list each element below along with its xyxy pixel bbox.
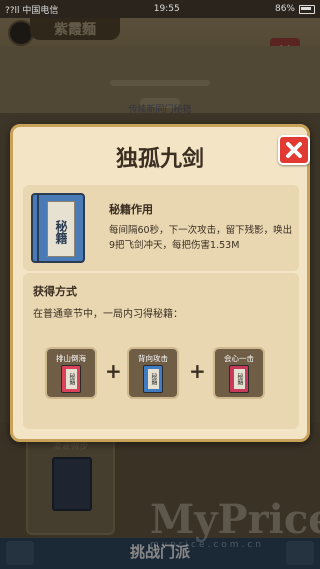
required-book-name: 会心一击 xyxy=(224,354,254,363)
book-icon: 秘籍 xyxy=(143,365,163,393)
close-icon xyxy=(286,142,302,158)
battery-icon xyxy=(299,4,315,14)
clock: 19:55 xyxy=(153,4,180,14)
skill-book-dialog: 独孤九剑 秘籍 秘籍作用 每间隔60秒，下一次攻击，留下残影，唤出9把飞剑冲天，… xyxy=(10,124,310,442)
required-book-1[interactable]: 排山倒海 秘籍 xyxy=(45,347,97,399)
required-book-name: 排山倒海 xyxy=(56,354,86,363)
watermark-url: myprice.com.cn xyxy=(150,540,265,550)
obtain-section: 获得方式 在普通章节中，一局内习得秘籍： 排山倒海 秘籍 + 背向攻击 秘籍 +… xyxy=(23,273,299,429)
watermark-brand: MyPrice xyxy=(150,496,320,543)
book-icon: 秘籍 xyxy=(229,365,249,393)
dialog-title: 独孤九剑 xyxy=(115,147,204,172)
effect-description: 每间隔60秒，下一次攻击，留下残影，唤出9把飞剑冲天，每把伤害1.53M xyxy=(109,225,293,251)
battery-percent: 86% xyxy=(274,4,295,14)
plus-sign: + xyxy=(105,359,122,383)
obtain-heading: 获得方式 xyxy=(33,285,77,298)
carrier-text: ??ll 中国电信 xyxy=(5,5,59,16)
book-label: 秘籍 xyxy=(47,201,75,257)
obtain-description: 在普通章节中，一局内习得秘籍： xyxy=(33,309,183,320)
required-book-3[interactable]: 会心一击 秘籍 xyxy=(213,347,265,399)
required-book-2[interactable]: 背向攻击 秘籍 xyxy=(127,347,179,399)
plus-sign: + xyxy=(189,359,206,383)
effect-section: 秘籍 秘籍作用 每间隔60秒，下一次攻击，留下残影，唤出9把飞剑冲天，每把伤害1… xyxy=(23,185,299,271)
close-button[interactable] xyxy=(278,135,310,165)
effect-heading: 秘籍作用 xyxy=(109,203,153,216)
skill-book-icon: 秘籍 xyxy=(31,193,85,263)
book-icon: 秘籍 xyxy=(61,365,81,393)
required-book-name: 背向攻击 xyxy=(138,354,168,363)
status-bar: ??ll 中国电信 19:55 86% xyxy=(0,0,320,18)
